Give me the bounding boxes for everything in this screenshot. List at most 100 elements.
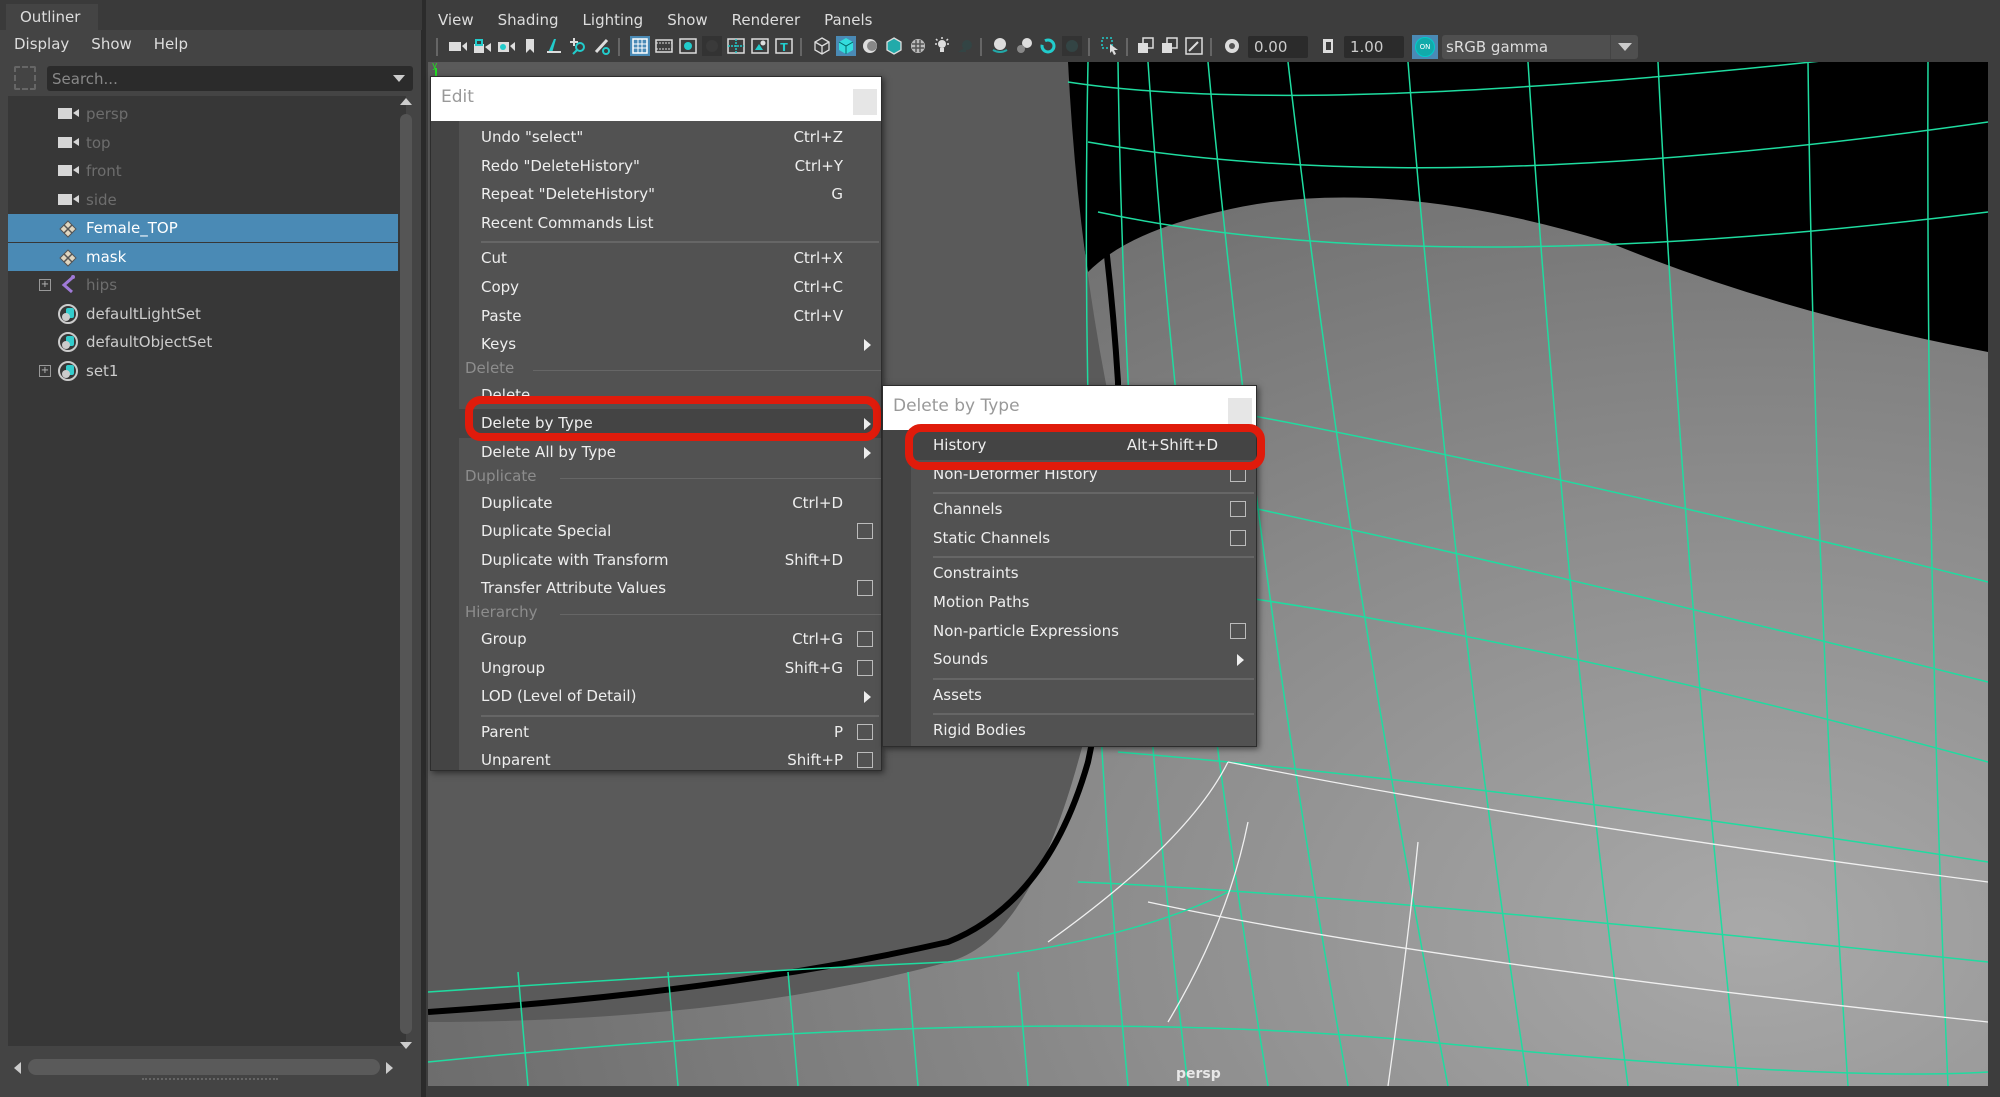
view-transform-dropdown[interactable]: sRGB gamma	[1442, 35, 1638, 59]
search-input[interactable]	[47, 66, 367, 91]
gamma-field[interactable]: 1.00	[1344, 36, 1404, 58]
hscroll-thumb[interactable]	[28, 1059, 380, 1075]
close-icon[interactable]	[1228, 398, 1252, 424]
menu-item[interactable]: Constraints	[911, 559, 1256, 588]
gate-mask-icon[interactable]	[702, 36, 722, 56]
textured-icon[interactable]	[908, 36, 928, 56]
search-dropdown-icon[interactable]	[393, 75, 405, 82]
expand-icon[interactable]: +	[39, 279, 51, 291]
menu-lighting[interactable]: Lighting	[583, 8, 644, 32]
motion-blur-icon[interactable]	[1014, 36, 1034, 56]
menu-item[interactable]: Duplicate with Transform Shift+D	[459, 546, 881, 575]
menu-display[interactable]: Display	[14, 30, 69, 60]
safe-action-icon[interactable]	[750, 36, 770, 56]
option-box-icon[interactable]	[857, 723, 873, 740]
screen-space-ao-icon[interactable]	[990, 36, 1010, 56]
menu-item[interactable]: Motion Paths	[911, 588, 1256, 617]
menu-renderer[interactable]: Renderer	[732, 8, 800, 32]
menu-item[interactable]: Sounds	[911, 645, 1256, 674]
option-box-icon[interactable]	[1230, 622, 1246, 639]
menu-item[interactable]: Keys	[459, 330, 881, 359]
depth-of-field-icon[interactable]	[1062, 36, 1082, 56]
menu-item[interactable]: Non-particle Expressions	[911, 617, 1256, 646]
chevron-down-icon[interactable]	[1610, 35, 1638, 59]
anti-aliasing-icon[interactable]	[1038, 36, 1058, 56]
xray-icon[interactable]	[1136, 36, 1156, 56]
menu-item[interactable]: Channels	[911, 495, 1256, 524]
wireframe-icon[interactable]	[812, 36, 832, 56]
option-box-icon[interactable]	[857, 580, 873, 597]
resize-grip[interactable]	[142, 1078, 278, 1080]
menu-view[interactable]: View	[438, 8, 474, 32]
menu-item[interactable]: Paste Ctrl+V	[459, 302, 881, 331]
lock-camera-icon[interactable]	[472, 36, 492, 56]
outliner-vertical-scrollbar[interactable]	[398, 96, 414, 1056]
gamma-icon[interactable]	[1318, 36, 1338, 56]
scroll-right-icon[interactable]	[386, 1062, 393, 1074]
menu-item[interactable]: Copy Ctrl+C	[459, 273, 881, 302]
outliner-item[interactable]: defaultLightSet	[8, 300, 398, 328]
outliner-item[interactable]: defaultObjectSet	[8, 328, 398, 356]
color-management-toggle[interactable]: ON	[1412, 35, 1438, 59]
menu-item[interactable]: Undo "select" Ctrl+Z	[459, 123, 881, 152]
option-box-icon[interactable]	[857, 752, 873, 769]
exposure-field[interactable]: 0.00	[1248, 36, 1308, 58]
menu-item[interactable]: Unparent Shift+P	[459, 746, 881, 775]
menu-item[interactable]: Ungroup Shift+G	[459, 654, 881, 683]
outliner-item[interactable]: + set1	[8, 357, 398, 385]
menu-item[interactable]: Group Ctrl+G	[459, 625, 881, 654]
option-box-icon[interactable]	[857, 523, 873, 540]
menu-item[interactable]: Redo "DeleteHistory" Ctrl+Y	[459, 152, 881, 181]
outliner-item[interactable]: Female_TOP	[8, 214, 398, 242]
option-box-icon[interactable]	[1230, 501, 1246, 518]
menu-item[interactable]: Cut Ctrl+X	[459, 244, 881, 273]
use-all-lights-icon[interactable]	[932, 36, 952, 56]
select-camera-icon[interactable]	[448, 36, 468, 56]
bookmark-icon[interactable]	[520, 36, 540, 56]
field-chart-icon[interactable]	[726, 36, 746, 56]
exposure-icon[interactable]	[1222, 36, 1242, 56]
use-default-material-icon[interactable]	[860, 36, 880, 56]
menu-item[interactable]: Delete All by Type	[459, 438, 881, 467]
menu-item[interactable]: Transfer Attribute Values	[459, 574, 881, 603]
menu-item[interactable]: Parent P	[459, 718, 881, 747]
scroll-thumb[interactable]	[400, 114, 412, 1034]
tab-outliner[interactable]: Outliner	[6, 4, 98, 30]
close-icon[interactable]	[853, 89, 877, 115]
safe-title-icon[interactable]: T	[774, 36, 794, 56]
xray-components-icon[interactable]	[1184, 36, 1204, 56]
resolution-gate-icon[interactable]	[678, 36, 698, 56]
menu-item[interactable]: Static Channels	[911, 524, 1256, 553]
smooth-shade-icon[interactable]	[836, 36, 856, 56]
outliner-item[interactable]: mask	[8, 242, 398, 271]
outliner-item[interactable]: + hips	[8, 271, 398, 299]
menu-item[interactable]: Recent Commands List	[459, 209, 881, 238]
outliner-item[interactable]: side	[8, 186, 398, 214]
scroll-up-icon[interactable]	[400, 98, 412, 105]
isolate-select-icon[interactable]	[1100, 36, 1120, 56]
camera-attributes-icon[interactable]	[496, 36, 516, 56]
outliner-item[interactable]: front	[8, 157, 398, 185]
film-gate-icon[interactable]	[654, 36, 674, 56]
menu-item[interactable]: Rigid Bodies	[911, 716, 1256, 745]
scroll-left-icon[interactable]	[14, 1062, 21, 1074]
image-plane-icon[interactable]	[544, 36, 564, 56]
outliner-item[interactable]: persp	[8, 100, 398, 128]
menu-show[interactable]: Show	[91, 30, 131, 60]
option-box-icon[interactable]	[1230, 529, 1246, 546]
shadows-icon[interactable]	[956, 36, 976, 56]
menu-help[interactable]: Help	[154, 30, 188, 60]
outliner-item[interactable]: top	[8, 129, 398, 157]
expand-icon[interactable]: +	[39, 364, 51, 377]
option-box-icon[interactable]	[857, 631, 873, 647]
menu-item[interactable]: LOD (Level of Detail)	[459, 682, 881, 711]
menu-show[interactable]: Show	[667, 8, 707, 32]
menu-shading[interactable]: Shading	[498, 8, 559, 32]
grid-icon[interactable]	[630, 36, 650, 56]
scroll-down-icon[interactable]	[400, 1042, 412, 1049]
menu-item[interactable]: Duplicate Ctrl+D	[459, 489, 881, 518]
xray-joints-icon[interactable]	[1160, 36, 1180, 56]
two-d-pan-zoom-icon[interactable]	[568, 36, 588, 56]
option-box-icon[interactable]	[857, 659, 873, 676]
menu-item[interactable]: Assets	[911, 681, 1256, 710]
